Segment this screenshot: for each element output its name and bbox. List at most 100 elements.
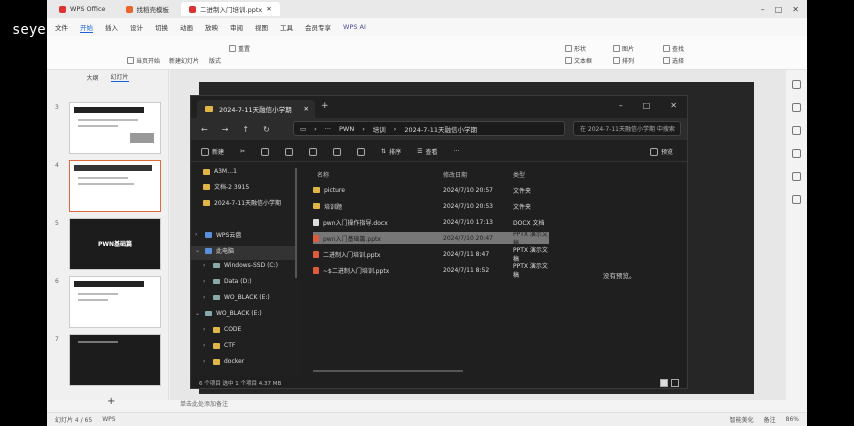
menu-tools[interactable]: 工具 [280,22,293,32]
slide-thumbnail[interactable] [69,276,161,328]
minimize-icon[interactable]: – [619,101,623,110]
menu-wps-ai[interactable]: WPS AI [343,23,366,31]
layout-button[interactable]: 版式 [209,56,221,65]
horizontal-scrollbar[interactable] [313,370,463,372]
more-path-icon[interactable]: ··· [325,125,331,133]
nav-item-drive[interactable]: ⌄ WO_BLACK (E:) [195,310,262,317]
copy-icon[interactable] [261,147,270,156]
breadcrumb-item[interactable]: 培训 [373,124,386,134]
nav-scrollbar[interactable] [295,168,297,278]
preview-button[interactable]: 预览 [649,147,673,156]
new-tab-icon[interactable]: + [321,101,329,111]
chevron-down-icon[interactable]: ⌄ [195,247,201,254]
tab-template[interactable]: 找稻壳模板 [118,2,178,16]
nav-item-folder[interactable]: › CODE [203,326,241,333]
chevron-right-icon[interactable]: › [203,262,209,269]
menu-file[interactable]: 文件 [55,22,68,32]
close-icon[interactable]: ✕ [670,101,677,110]
slide-thumbnail[interactable]: PWN基础篇 [69,218,161,270]
arrange-button[interactable]: 排列 [613,56,634,65]
select-button[interactable]: 选择 [663,56,684,65]
file-row[interactable]: pwn入门操作指导.docx 2024/7/10 17:13 DOCX 文档 [313,216,549,228]
reset-button[interactable]: 重置 [229,44,250,53]
slide-thumbnail-current[interactable] [69,160,161,212]
file-row[interactable]: ~$二进制入门培训.pptx 2024/7/11 8:52 PPTX 演示文稿 [313,263,549,279]
beautify-button[interactable]: 智能美化 [730,415,754,424]
refresh-icon[interactable]: ↻ [263,125,270,134]
nav-item-folder[interactable]: › docker [203,358,244,365]
new-button[interactable]: 新建 [201,147,224,156]
address-bar[interactable]: ▭ › ··· PWN › 培训 › 2024-7-11天融信小学期 [293,121,565,136]
column-header-date[interactable]: 修改日期 [443,170,467,179]
more-button[interactable]: ··· [454,148,460,155]
menu-transition[interactable]: 切换 [155,22,168,32]
forward-arrow-icon[interactable]: → [222,125,229,134]
new-slide-button[interactable]: 新建幻灯片 [169,56,199,65]
rename-icon[interactable] [309,147,318,156]
settings-icon[interactable] [791,195,801,204]
property-icon[interactable] [791,126,801,135]
chevron-right-icon[interactable]: › [203,294,209,301]
maximize-icon[interactable]: □ [775,5,783,14]
close-tab-icon[interactable]: ✕ [304,105,309,113]
sort-button[interactable]: ⇅ 排序 [381,147,401,156]
close-tab-icon[interactable]: ✕ [266,5,271,13]
add-slide-icon[interactable]: + [107,396,115,407]
file-row[interactable]: 培训题 2024/7/10 20:53 文件夹 [313,200,549,212]
picture-button[interactable]: 图片 [613,44,634,53]
menu-insert[interactable]: 插入 [105,22,118,32]
tab-wps-office[interactable]: WPS Office [51,2,114,16]
explorer-tab[interactable]: 2024-7-11天融信小学期 ✕ [197,100,315,118]
textbox-button[interactable]: 文本框 [565,56,592,65]
cut-icon[interactable]: ✂ [240,148,245,155]
file-row[interactable]: 二进制入门培训.pptx 2024/7/11 8:47 PPTX 演示文稿 [313,247,549,263]
from-start-button[interactable]: 当页开始 [127,56,160,65]
format-icon[interactable] [791,149,801,158]
column-header-type[interactable]: 类型 [513,170,525,179]
nav-item-drive[interactable]: › WO_BLACK (E:) [203,294,270,301]
menu-review[interactable]: 审阅 [230,22,243,32]
menu-slideshow[interactable]: 放映 [205,22,218,32]
view-button[interactable]: ☰ 查看 [417,147,437,156]
find-button[interactable]: 查找 [663,44,684,53]
chevron-right-icon[interactable]: › [203,358,209,365]
chevron-down-icon[interactable]: ⌄ [195,310,201,317]
slide-thumbnail[interactable] [69,102,161,154]
nav-item-folder[interactable]: › CTF [203,342,235,349]
tiles-view-icon[interactable] [671,379,679,387]
nav-item[interactable]: 2024-7-11天融信小学期 [203,198,281,207]
close-icon[interactable]: ✕ [792,5,799,14]
nav-item-cloud[interactable]: › WPS云盘 [195,230,241,239]
menu-animation[interactable]: 动画 [180,22,193,32]
zoom-level[interactable]: 86% [786,416,799,423]
paste-icon[interactable] [285,147,294,156]
tab-document[interactable]: 二进制入门培训.pptx ✕ [181,2,280,16]
details-view-icon[interactable] [660,379,668,387]
notes-button[interactable]: 备注 [764,415,776,424]
nav-item[interactable]: A3M…1 [203,168,237,175]
menu-home[interactable]: 开始 [80,22,93,33]
chevron-right-icon[interactable]: › [203,278,209,285]
nav-item[interactable]: 文档-2 3915 [203,182,249,191]
column-header-name[interactable]: 名称 [317,170,329,179]
minimize-icon[interactable]: – [761,5,765,14]
delete-icon[interactable] [357,147,366,156]
slide-thumbnail[interactable] [69,334,161,386]
breadcrumb-item[interactable]: 2024-7-11天融信小学期 [404,124,477,134]
share-icon[interactable] [333,147,342,156]
animation-icon[interactable] [791,103,801,112]
maximize-icon[interactable]: □ [643,101,651,110]
tab-outline[interactable]: 大纲 [86,73,98,82]
menu-view[interactable]: 视图 [255,22,268,32]
up-arrow-icon[interactable]: ↑ [242,125,249,134]
shape-button[interactable]: 形状 [565,44,586,53]
chevron-right-icon[interactable]: › [203,326,209,333]
menu-design[interactable]: 设计 [130,22,143,32]
nav-item-this-pc[interactable]: ⌄ 此电脑 [195,246,234,255]
back-arrow-icon[interactable]: ← [201,125,208,134]
nav-item-drive[interactable]: › Data (D:) [203,278,252,285]
file-row[interactable]: picture 2024/7/10 20:57 文件夹 [313,184,549,196]
file-row-selected[interactable]: pwn入门基础篇.pptx 2024/7/10 20:47 PPTX 演示文稿 [313,231,549,247]
nav-item-drive[interactable]: › Windows-SSD (C:) [203,262,278,269]
design-icon[interactable] [791,80,801,89]
